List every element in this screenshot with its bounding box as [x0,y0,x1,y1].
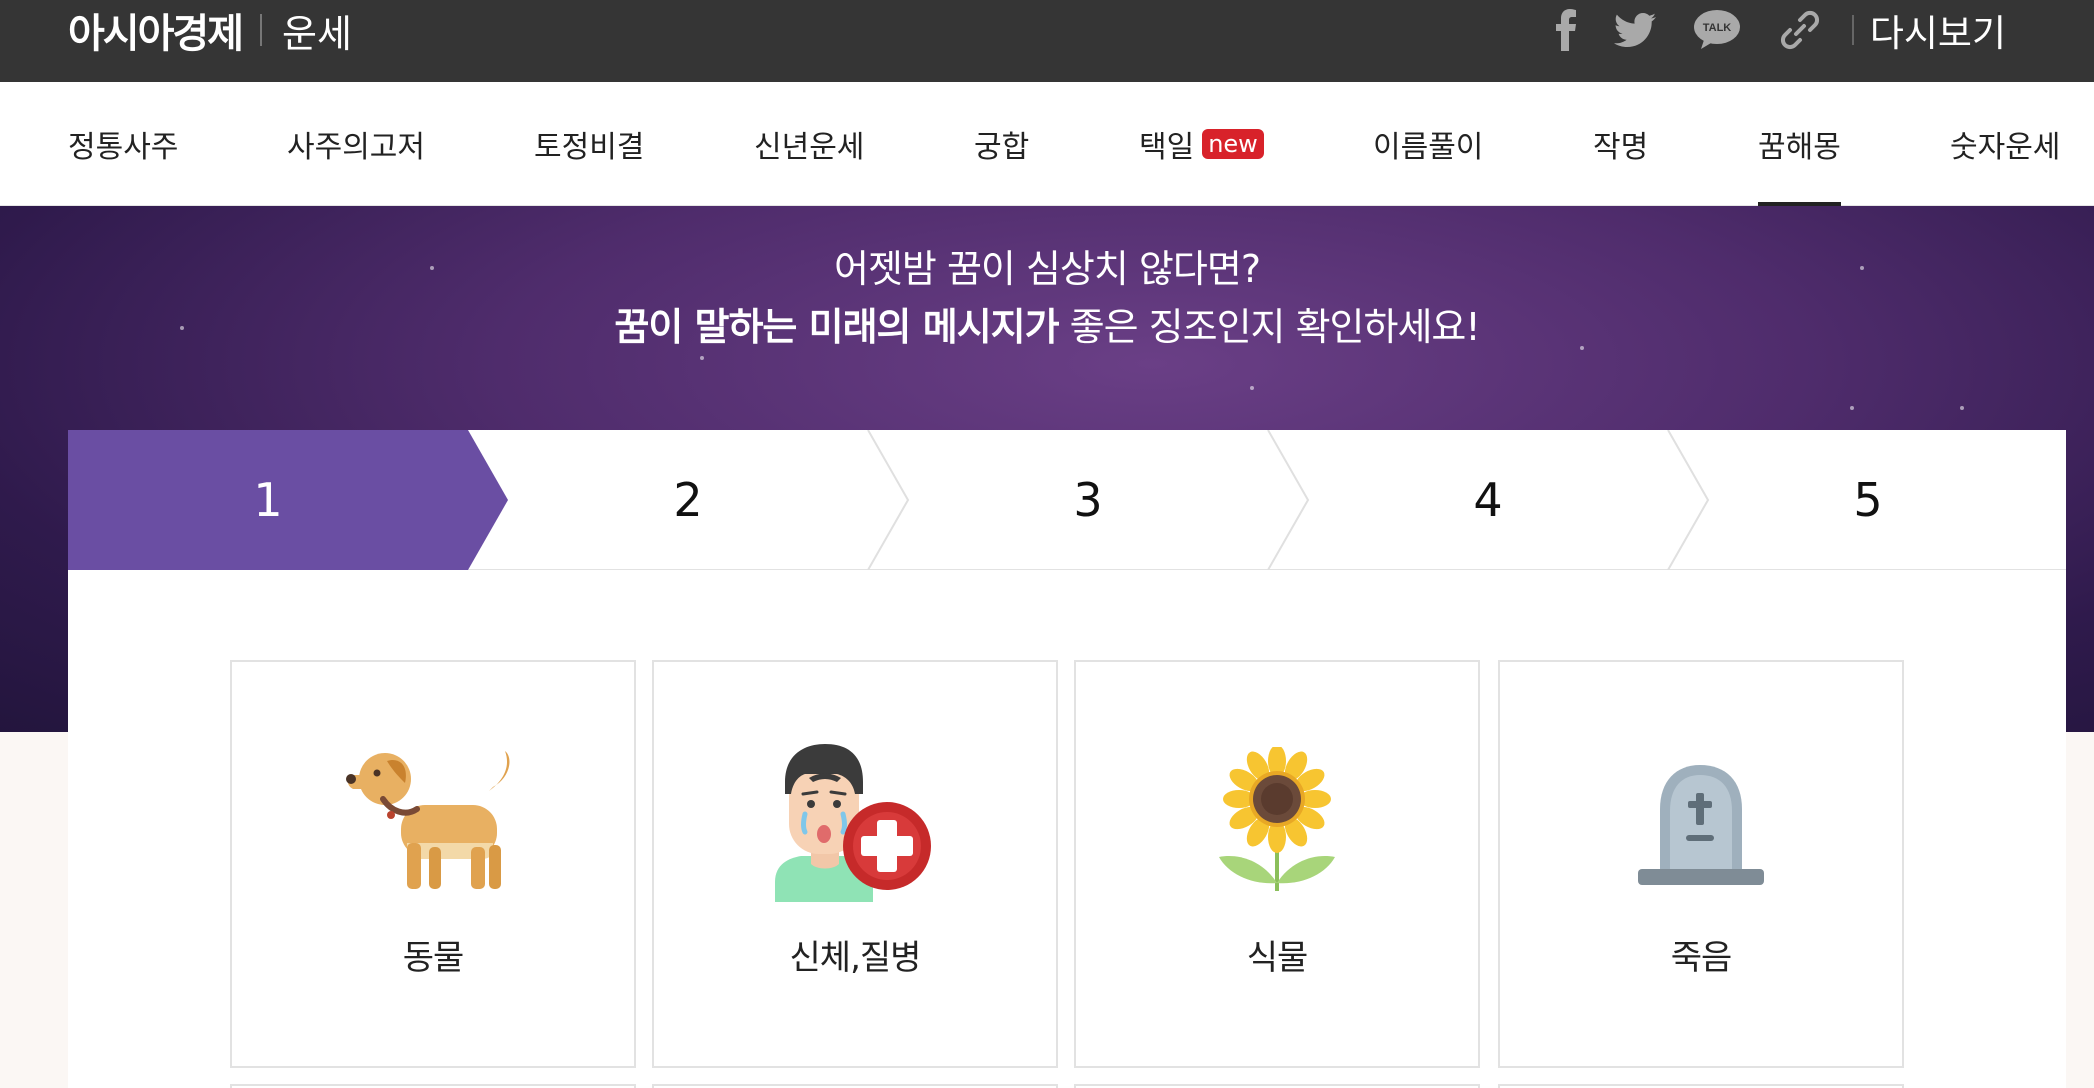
twitter-icon[interactable] [1613,13,1656,47]
category-card-plant[interactable]: 식물 [1074,660,1480,1068]
nav-item-gunghap[interactable]: 궁합 [974,82,1029,206]
nav-item-saju[interactable]: 정통사주 [68,82,178,206]
hero-message: 꿈이 말하는 미래의 메시지가 좋은 징조인지 확인하세요! [0,296,2094,351]
category-card-animal[interactable]: 동물 [230,660,636,1068]
category-card-partial[interactable] [230,1084,636,1088]
category-label: 식물 [1246,938,1309,978]
kakaotalk-icon[interactable]: TALK [1693,10,1740,50]
hero-message-rest: 좋은 징조인지 확인하세요! [1058,305,1481,349]
site-logo[interactable]: 아시아경제 [68,1,244,59]
step-progress: 1 2 3 4 5 [68,430,2066,570]
star [1850,406,1854,410]
nav-label: 꿈해몽 [1758,130,1841,165]
category-label: 죽음 [1670,938,1733,978]
share-bar: TALK 다시보기 [1518,0,2006,60]
nav-item-tojeong[interactable]: 토정비결 [534,82,644,206]
step-2[interactable]: 2 [488,430,888,570]
nav-label: 토정비결 [534,130,645,165]
kakaotalk-text: TALK [1703,22,1732,34]
category-card-body-illness[interactable]: 신체,질병 [652,660,1058,1068]
nav-label: 택일 [1139,130,1195,165]
step-1[interactable]: 1 [68,430,468,570]
category-label: 신체,질병 [789,938,922,978]
nav-item-naming[interactable]: 작명 [1593,82,1648,206]
section-title[interactable]: 운세 [282,3,352,58]
hero-question: 어젯밤 꿈이 심상치 않다면? [834,247,1261,291]
nav-label: 사주의고저 [287,130,425,165]
link-icon[interactable] [1778,8,1822,52]
category-label: 동물 [402,938,465,978]
hero-message-bold: 꿈이 말하는 미래의 메시지가 [614,305,1059,349]
star [1960,406,1964,410]
nav-label: 이름풀이 [1373,130,1484,165]
nav-item-name-reading[interactable]: 이름풀이 [1373,82,1483,206]
nav-item-saju-gojeo[interactable]: 사주의고저 [287,82,425,206]
tombstone-icon [1500,742,1902,902]
nav-item-number[interactable]: 숫자운세 [1950,82,2060,206]
sunflower-icon [1076,742,1478,902]
nav-label: 숫자운세 [1950,130,2061,165]
nav-item-dream[interactable]: 꿈해몽 [1758,82,1841,206]
dream-panel: 1 2 3 4 5 동물 신체,질병 식물 죽음 [68,430,2066,1088]
category-card-partial[interactable] [652,1084,1058,1088]
nav-label: 작명 [1593,130,1649,165]
sick-person-icon [654,742,1056,902]
main-nav: 정통사주 사주의고저 토정비결 신년운세 궁합 택일 new 이름풀이 작명 꿈해… [0,82,2094,206]
facebook-icon[interactable] [1555,9,1576,51]
step-4[interactable]: 4 [1288,430,1688,570]
star [700,356,704,360]
nav-label: 궁합 [974,130,1030,165]
replay-button[interactable]: 다시보기 [1870,3,2006,57]
category-card-partial[interactable] [1498,1084,1904,1088]
category-card-death[interactable]: 죽음 [1498,660,1904,1068]
category-card-partial[interactable] [1074,1084,1480,1088]
brand-divider [260,14,262,46]
nav-item-newyear[interactable]: 신년운세 [754,82,864,206]
step-3[interactable]: 3 [888,430,1288,570]
top-bar: 아시아경제 운세 TALK 다시보기 [0,0,2094,82]
dog-icon [232,742,634,902]
new-badge: new [1202,129,1264,159]
share-divider [1851,15,1854,45]
nav-label: 정통사주 [68,130,179,165]
star [1250,386,1254,390]
nav-label: 신년운세 [754,130,865,165]
brand: 아시아경제 운세 [68,0,352,60]
nav-item-taegil[interactable]: 택일 new [1139,82,1264,206]
step-5[interactable]: 5 [1688,430,2048,570]
